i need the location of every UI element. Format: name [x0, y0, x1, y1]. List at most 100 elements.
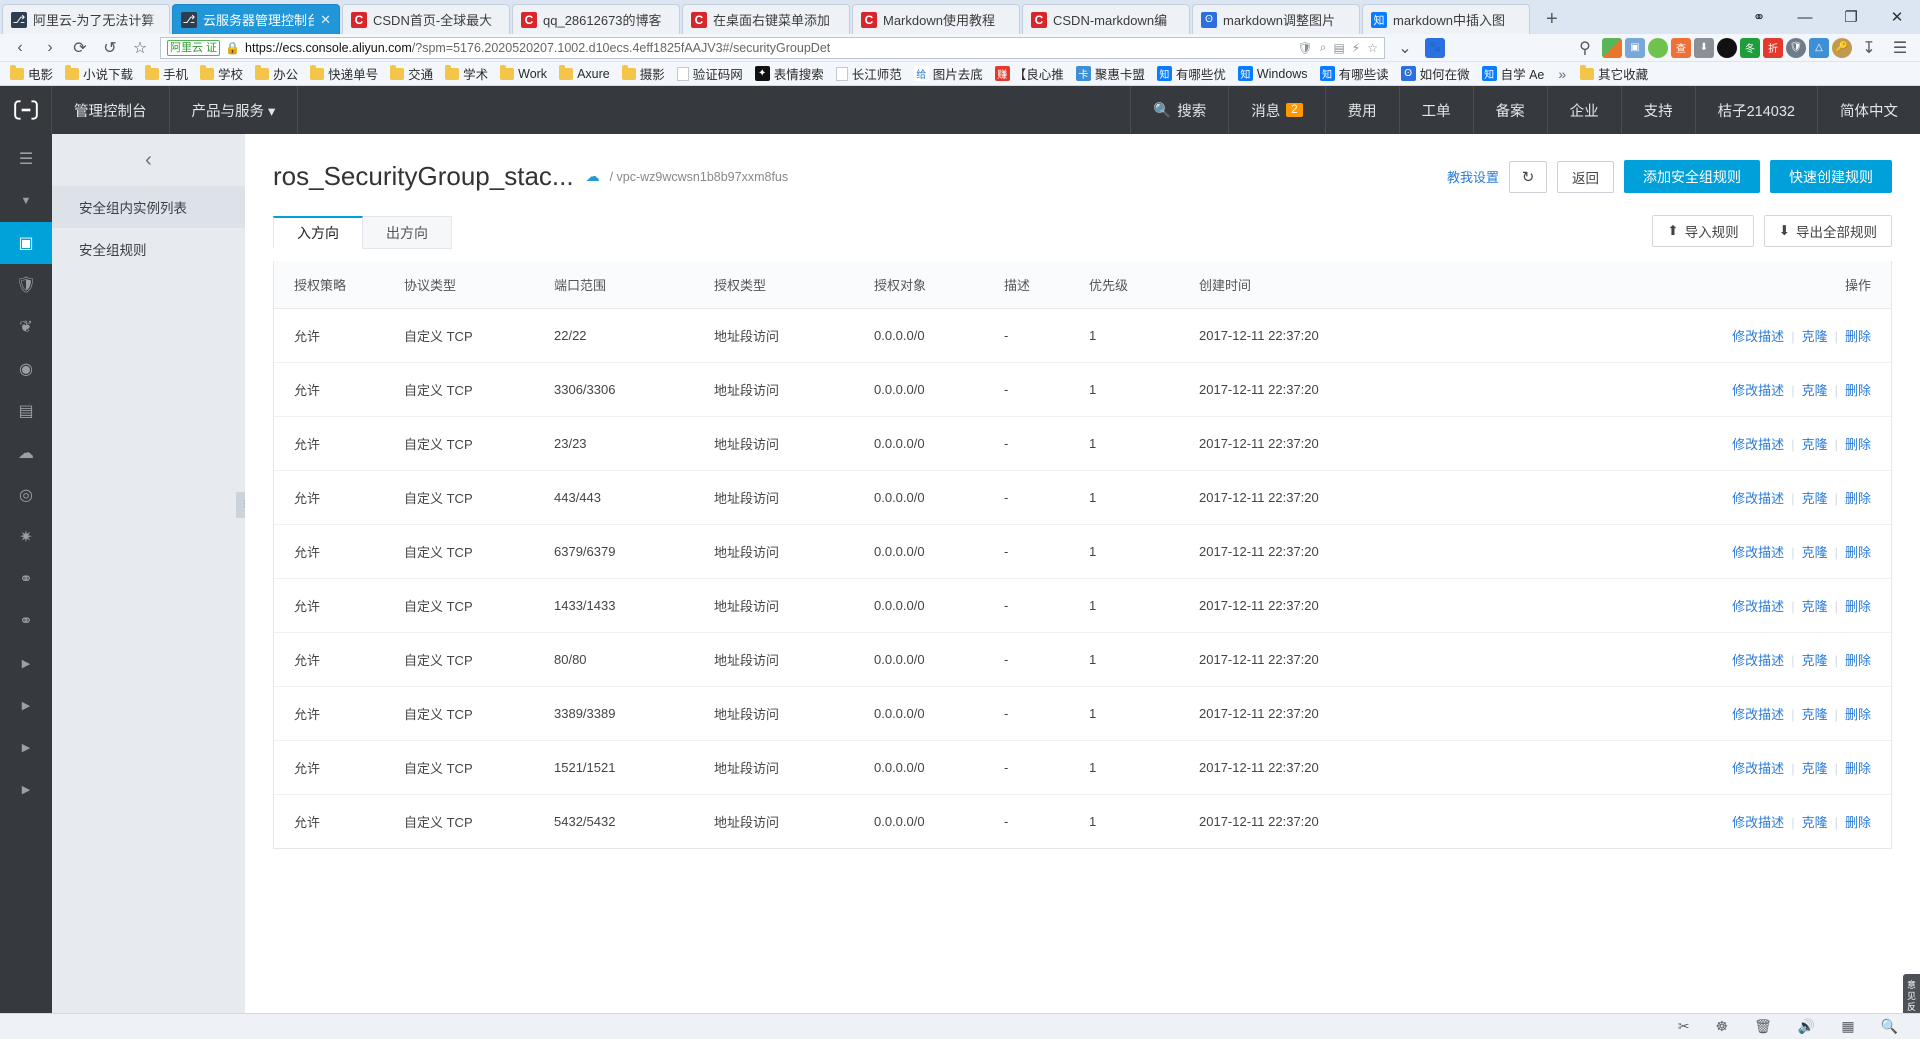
menu-icon[interactable]: ☰: [1886, 35, 1914, 61]
reload-icon[interactable]: ⟳: [66, 35, 94, 61]
bookmark-item-19[interactable]: 知有哪些读: [1314, 63, 1395, 85]
search-icon[interactable]: 🔍: [1881, 1018, 1898, 1035]
clone-rule-link[interactable]: 克隆: [1802, 329, 1828, 344]
bookmark-item-15[interactable]: 赚【良心推: [989, 63, 1070, 85]
clone-rule-link[interactable]: 克隆: [1802, 491, 1828, 506]
menu-icon[interactable]: ☰: [0, 138, 52, 180]
tab-close-icon[interactable]: ✕: [320, 12, 331, 28]
guard-extension-icon[interactable]: 🛡: [1786, 37, 1806, 58]
browser-tab-3[interactable]: Cqq_28612673的博客: [512, 4, 680, 34]
maximize-button[interactable]: ❐: [1828, 0, 1874, 34]
teach-me-settings-link[interactable]: 教我设置: [1447, 167, 1499, 186]
apps-grid-icon[interactable]: [1602, 37, 1622, 58]
bookmark-item-1[interactable]: 小说下载: [59, 63, 139, 85]
import-rules-button[interactable]: ⬆ 导入规则: [1652, 215, 1754, 247]
edit-description-link[interactable]: 修改描述: [1732, 761, 1784, 776]
browser-shield-icon[interactable]: ⚭: [1736, 0, 1782, 34]
clone-rule-link[interactable]: 克隆: [1802, 437, 1828, 452]
nav-account[interactable]: 桔子214032: [1694, 86, 1817, 134]
nav-products-services[interactable]: 产品与服务 ▾: [170, 86, 299, 134]
bookmark-item-9[interactable]: Axure: [553, 63, 616, 85]
feedback-tab[interactable]: 意见反馈: [1903, 974, 1920, 1013]
rail-expand-2-icon[interactable]: ▶: [0, 684, 52, 726]
baidu-extension-icon[interactable]: 🐾: [1425, 37, 1445, 58]
bookmark-item-16[interactable]: 卡聚惠卡盟: [1070, 63, 1151, 85]
screenshot-icon[interactable]: ✂: [1678, 1018, 1690, 1035]
snapshot-icon[interactable]: ▤: [0, 390, 52, 432]
nav-billing[interactable]: 费用: [1324, 86, 1399, 134]
tab-outbound[interactable]: 出方向: [362, 216, 452, 249]
edit-description-link[interactable]: 修改描述: [1732, 383, 1784, 398]
browser-tab-7[interactable]: ʘ markdown调整图片: [1192, 4, 1360, 34]
bookmark-item-14[interactable]: 给图片去底: [908, 63, 989, 85]
clone-rule-link[interactable]: 克隆: [1802, 653, 1828, 668]
bookmark-item-13[interactable]: 长江师范: [830, 63, 908, 85]
browser-tab-1[interactable]: ⎇ 云服务器管理控制台 ✕: [172, 4, 340, 34]
bookmark-item-17[interactable]: 知有哪些优: [1151, 63, 1232, 85]
sidebar-item-instance-list[interactable]: 安全组内实例列表: [52, 186, 245, 228]
other-bookmarks-folder[interactable]: 其它收藏: [1574, 63, 1654, 85]
clone-rule-link[interactable]: 克隆: [1802, 761, 1828, 776]
screenshot-extension-icon[interactable]: ▣: [1625, 37, 1645, 58]
nav-icp[interactable]: 备案: [1472, 86, 1547, 134]
image-icon[interactable]: ☁: [0, 432, 52, 474]
bookmark-item-11[interactable]: 验证码网: [671, 63, 749, 85]
link-icon[interactable]: ⚭: [0, 558, 52, 600]
bookmark-item-21[interactable]: 知自学 Ae: [1476, 63, 1551, 85]
delete-rule-link[interactable]: 删除: [1845, 545, 1871, 560]
edit-description-link[interactable]: 修改描述: [1732, 815, 1784, 830]
back-button[interactable]: 返回: [1557, 160, 1614, 193]
back-icon[interactable]: ‹: [6, 35, 34, 61]
nav-language[interactable]: 简体中文: [1817, 86, 1920, 134]
clone-rule-link[interactable]: 克隆: [1802, 707, 1828, 722]
key-extension-icon[interactable]: 🔑: [1832, 37, 1852, 58]
storage-icon[interactable]: ◉: [0, 348, 52, 390]
delete-rule-link[interactable]: 删除: [1845, 761, 1871, 776]
new-tab-button[interactable]: +: [1532, 4, 1572, 34]
edit-description-link[interactable]: 修改描述: [1732, 599, 1784, 614]
export-rules-button[interactable]: ⬇ 导出全部规则: [1763, 215, 1892, 247]
clone-rule-link[interactable]: 克隆: [1802, 815, 1828, 830]
shield-icon[interactable]: 🛡: [1297, 41, 1312, 55]
edit-description-link[interactable]: 修改描述: [1732, 545, 1784, 560]
target-icon[interactable]: ◎: [0, 474, 52, 516]
delete-rule-link[interactable]: 删除: [1845, 437, 1871, 452]
network-icon[interactable]: ❦: [0, 306, 52, 348]
nav-tickets[interactable]: 工单: [1398, 86, 1473, 134]
sidebar-collapse-button[interactable]: ‹: [52, 134, 245, 186]
bookmark-item-2[interactable]: 手机: [139, 63, 194, 85]
bookmark-item-4[interactable]: 办公: [249, 63, 304, 85]
bookmark-item-10[interactable]: 摄影: [616, 63, 671, 85]
search-in-page-icon[interactable]: ⌕: [1320, 40, 1327, 55]
translate-icon[interactable]: ☸: [1716, 1018, 1729, 1035]
browser-tab-5[interactable]: C Markdown使用教程: [852, 4, 1020, 34]
add-security-rule-button[interactable]: 添加安全组规则: [1624, 160, 1760, 193]
browser-tab-8[interactable]: 知 markdown中插入图: [1362, 4, 1530, 34]
speaker-icon[interactable]: 🔊: [1798, 1018, 1815, 1035]
browser-tab-6[interactable]: C CSDN-markdown编: [1022, 4, 1190, 34]
bookmark-item-6[interactable]: 交通: [384, 63, 439, 85]
history-icon[interactable]: ↺: [96, 35, 124, 61]
close-button[interactable]: ✕: [1874, 0, 1920, 34]
edit-description-link[interactable]: 修改描述: [1732, 437, 1784, 452]
bookmark-item-0[interactable]: 电影: [4, 63, 59, 85]
window-icon[interactable]: ▦: [1841, 1018, 1854, 1035]
bookmark-item-7[interactable]: 学术: [439, 63, 494, 85]
bookmarks-overflow-button[interactable]: »: [1550, 66, 1574, 82]
extension-search-icon[interactable]: ⚲: [1571, 35, 1599, 61]
edit-description-link[interactable]: 修改描述: [1732, 329, 1784, 344]
cha-extension-icon[interactable]: 查: [1671, 37, 1691, 58]
quick-create-rule-button[interactable]: 快速创建规则: [1770, 160, 1892, 193]
delete-rule-link[interactable]: 删除: [1845, 815, 1871, 830]
star-icon[interactable]: ☆: [1367, 41, 1378, 55]
clone-rule-link[interactable]: 克隆: [1802, 599, 1828, 614]
bookmark-item-12[interactable]: ✦ 表情搜索: [749, 63, 830, 85]
lightning-icon[interactable]: ⚡: [1352, 41, 1360, 55]
nav-console-home[interactable]: 管理控制台: [52, 86, 170, 134]
rail-expand-1-icon[interactable]: ▶: [0, 642, 52, 684]
wechat-extension-icon[interactable]: [1648, 37, 1668, 58]
nav-search[interactable]: 🔍 搜索: [1130, 86, 1228, 134]
tab-inbound[interactable]: 入方向: [273, 216, 363, 249]
download-extension-icon[interactable]: ⬇: [1694, 37, 1714, 58]
browser-tab-4[interactable]: C 在桌面右键菜单添加: [682, 4, 850, 34]
